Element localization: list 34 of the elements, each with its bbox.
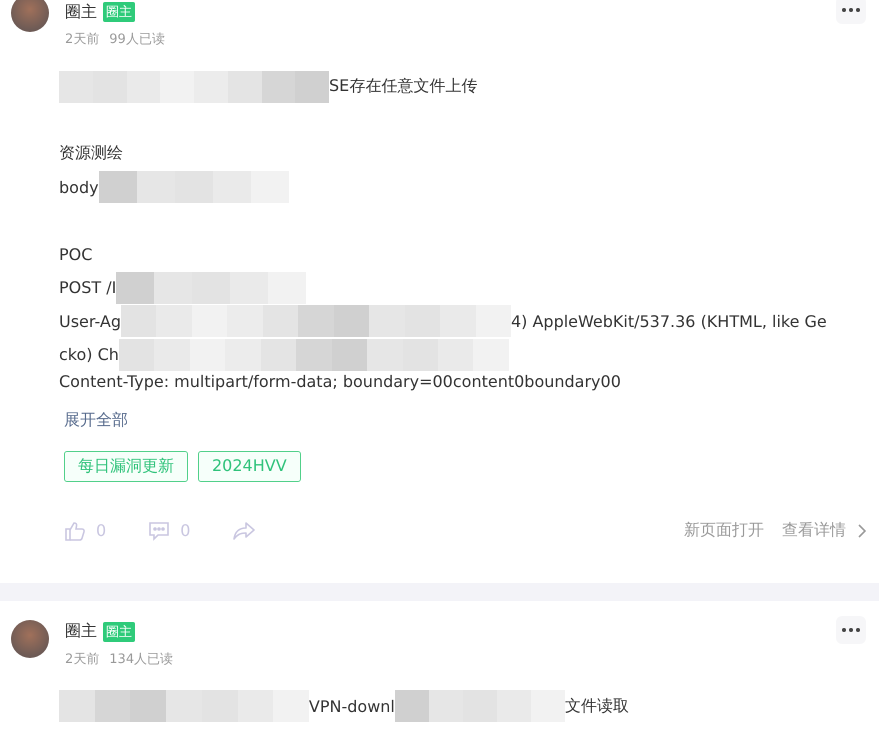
content-text: VPN-downl [308, 696, 395, 716]
content-text: 4) AppleWebKit/537.36 (KHTML, like Ge [510, 312, 827, 331]
comment-count: 0 [180, 521, 190, 540]
content-text: POC [59, 244, 92, 264]
avatar[interactable] [11, 620, 49, 658]
content-text: SE存在任意文件上传 [329, 76, 478, 98]
open-new-page-link[interactable]: 新页面打开 [684, 520, 764, 541]
expand-link[interactable]: 展开全部 [64, 410, 128, 430]
content-text: User-Ag [59, 312, 121, 331]
author-name: 圈主 [65, 2, 97, 22]
more-button[interactable] [836, 616, 866, 644]
content-text: 资源测绘 [59, 143, 123, 164]
post-time: 2天前 [65, 31, 100, 48]
thumbs-up-icon[interactable] [64, 520, 86, 542]
like-count: 0 [96, 521, 106, 540]
avatar[interactable] [11, 0, 49, 32]
topic-tag[interactable]: 每日漏洞更新 [64, 450, 188, 482]
role-badge: 圈主 [103, 622, 135, 642]
content-text: Content-Type: multipart/form-data; boundary=00content0boundary00 [59, 372, 621, 390]
more-button[interactable] [836, 0, 866, 24]
role-badge: 圈主 [103, 2, 135, 22]
content-text: body [59, 178, 99, 197]
view-details-link[interactable]: 查看详情 [782, 520, 846, 541]
more-icon [841, 7, 861, 13]
content-text: cko) Ch [59, 345, 119, 364]
post-time: 2天前 [65, 650, 100, 668]
content-text: POST /I [59, 278, 116, 298]
more-icon [841, 626, 861, 632]
read-count: 134人已读 [109, 650, 174, 668]
content-text: 文件读取 [564, 696, 629, 717]
topic-tag[interactable]: 2024HVV [198, 450, 301, 482]
chevron-right-icon[interactable] [858, 524, 866, 538]
author-name: 圈主 [65, 621, 97, 642]
read-count: 99人已读 [109, 31, 165, 48]
